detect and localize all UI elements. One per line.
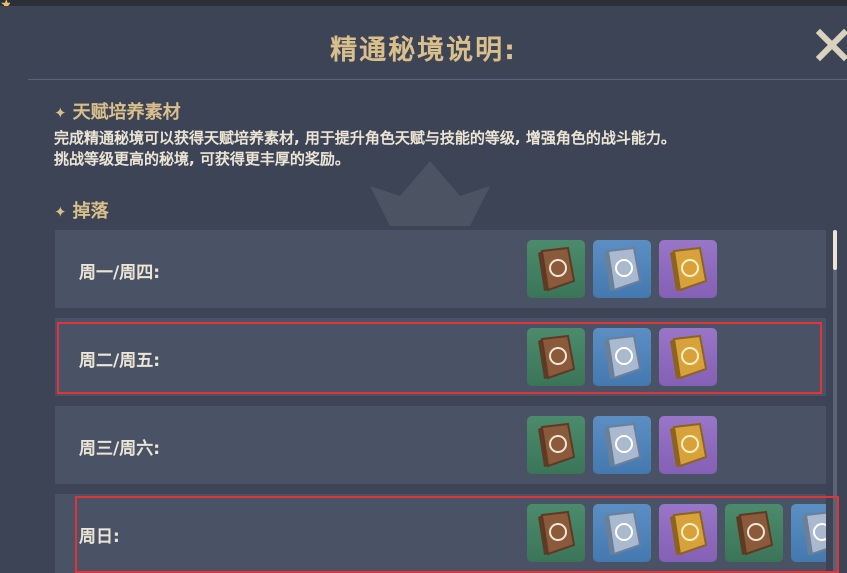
scrollbar-thumb[interactable] (833, 230, 837, 270)
highlight-box-sun (75, 496, 839, 573)
green-book-icon[interactable] (527, 240, 585, 298)
dialog-title: 精通秘境说明: (330, 35, 517, 66)
drop-row-wed-sat: 周三/周六: (55, 406, 826, 484)
drops-heading-text: 掉落 (72, 201, 109, 222)
book-glyph (670, 422, 708, 468)
book-glyph (604, 246, 642, 292)
diamond-bullet-icon: ✦ (54, 104, 67, 122)
row-day-label: 周一/周四: (79, 263, 161, 283)
talent-heading-text: 天赋培养素材 (72, 102, 181, 123)
drop-row-mon-thu: 周一/周四: (55, 230, 826, 308)
description-line-1: 完成精通秘境可以获得天赋培养素材, 用于提升角色天赋与技能的等级, 增强角色的战… (54, 129, 676, 147)
book-glyph (538, 246, 576, 292)
blue-book-icon[interactable] (593, 240, 651, 298)
dialog-panel: 精通秘境说明: ✦ 天赋培养素材 完成精通秘境可以获得天赋培养素材, 用于提升角色… (0, 6, 847, 573)
talent-description: 完成精通秘境可以获得天赋培养素材, 用于提升角色天赋与技能的等级, 增强角色的战… (54, 128, 834, 170)
row-day-label: 周三/周六: (79, 439, 161, 459)
drops-section-heading: ✦ 掉落 (54, 197, 109, 223)
purple-book-icon[interactable] (659, 416, 717, 474)
close-icon[interactable] (815, 28, 847, 62)
talent-section-heading: ✦ 天赋培养素材 (54, 98, 181, 124)
diamond-bullet-icon: ✦ (54, 203, 67, 221)
highlight-box-tue-fri (57, 322, 822, 394)
description-line-2: 挑战等级更高的秘境, 可获得更丰厚的奖励。 (54, 150, 350, 168)
book-glyph (538, 422, 576, 468)
book-glyph (604, 422, 642, 468)
title-divider (28, 79, 847, 80)
blue-book-icon[interactable] (593, 416, 651, 474)
purple-book-icon[interactable] (659, 240, 717, 298)
green-book-icon[interactable] (527, 416, 585, 474)
book-glyph (670, 246, 708, 292)
